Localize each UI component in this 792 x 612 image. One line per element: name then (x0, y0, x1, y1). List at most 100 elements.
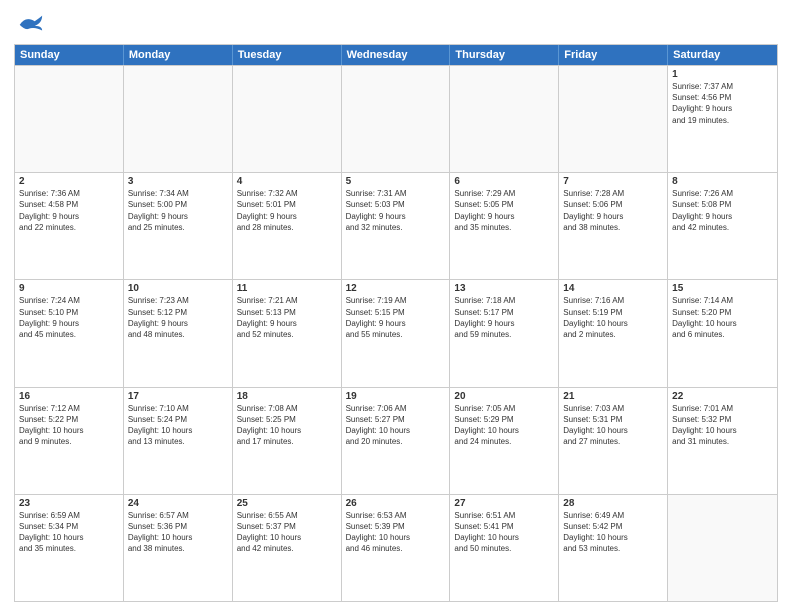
calendar-header: SundayMondayTuesdayWednesdayThursdayFrid… (15, 45, 777, 65)
day-number: 3 (128, 176, 228, 187)
calendar-week-row: 16Sunrise: 7:12 AM Sunset: 5:22 PM Dayli… (15, 387, 777, 494)
day-info: Sunrise: 7:10 AM Sunset: 5:24 PM Dayligh… (128, 403, 228, 448)
day-number: 28 (563, 498, 663, 509)
day-info: Sunrise: 6:49 AM Sunset: 5:42 PM Dayligh… (563, 510, 663, 555)
empty-day-cell (124, 66, 233, 172)
day-info: Sunrise: 7:31 AM Sunset: 5:03 PM Dayligh… (346, 188, 446, 233)
empty-day-cell (15, 66, 124, 172)
calendar-day-cell: 17Sunrise: 7:10 AM Sunset: 5:24 PM Dayli… (124, 388, 233, 494)
day-info: Sunrise: 7:16 AM Sunset: 5:19 PM Dayligh… (563, 295, 663, 340)
page: SundayMondayTuesdayWednesdayThursdayFrid… (0, 0, 792, 612)
day-info: Sunrise: 7:01 AM Sunset: 5:32 PM Dayligh… (672, 403, 773, 448)
calendar-day-cell: 26Sunrise: 6:53 AM Sunset: 5:39 PM Dayli… (342, 495, 451, 601)
calendar-day-cell: 6Sunrise: 7:29 AM Sunset: 5:05 PM Daylig… (450, 173, 559, 279)
day-info: Sunrise: 7:26 AM Sunset: 5:08 PM Dayligh… (672, 188, 773, 233)
calendar-day-cell: 3Sunrise: 7:34 AM Sunset: 5:00 PM Daylig… (124, 173, 233, 279)
day-number: 22 (672, 391, 773, 402)
day-number: 23 (19, 498, 119, 509)
calendar-day-cell: 12Sunrise: 7:19 AM Sunset: 5:15 PM Dayli… (342, 280, 451, 386)
day-number: 5 (346, 176, 446, 187)
day-number: 6 (454, 176, 554, 187)
calendar-day-cell: 25Sunrise: 6:55 AM Sunset: 5:37 PM Dayli… (233, 495, 342, 601)
day-number: 13 (454, 283, 554, 294)
logo-bird-icon (16, 10, 44, 38)
calendar-day-cell: 16Sunrise: 7:12 AM Sunset: 5:22 PM Dayli… (15, 388, 124, 494)
day-info: Sunrise: 6:51 AM Sunset: 5:41 PM Dayligh… (454, 510, 554, 555)
calendar-day-cell: 1Sunrise: 7:37 AM Sunset: 4:56 PM Daylig… (668, 66, 777, 172)
calendar-day-cell: 15Sunrise: 7:14 AM Sunset: 5:20 PM Dayli… (668, 280, 777, 386)
calendar-day-cell: 19Sunrise: 7:06 AM Sunset: 5:27 PM Dayli… (342, 388, 451, 494)
calendar-day-cell: 11Sunrise: 7:21 AM Sunset: 5:13 PM Dayli… (233, 280, 342, 386)
day-info: Sunrise: 7:06 AM Sunset: 5:27 PM Dayligh… (346, 403, 446, 448)
day-number: 27 (454, 498, 554, 509)
day-number: 12 (346, 283, 446, 294)
calendar-week-row: 23Sunrise: 6:59 AM Sunset: 5:34 PM Dayli… (15, 494, 777, 601)
calendar: SundayMondayTuesdayWednesdayThursdayFrid… (14, 44, 778, 602)
day-number: 9 (19, 283, 119, 294)
calendar-day-cell: 8Sunrise: 7:26 AM Sunset: 5:08 PM Daylig… (668, 173, 777, 279)
day-info: Sunrise: 7:23 AM Sunset: 5:12 PM Dayligh… (128, 295, 228, 340)
day-number: 21 (563, 391, 663, 402)
day-number: 26 (346, 498, 446, 509)
weekday-header: Monday (124, 45, 233, 65)
calendar-day-cell: 24Sunrise: 6:57 AM Sunset: 5:36 PM Dayli… (124, 495, 233, 601)
calendar-week-row: 2Sunrise: 7:36 AM Sunset: 4:58 PM Daylig… (15, 172, 777, 279)
calendar-day-cell: 28Sunrise: 6:49 AM Sunset: 5:42 PM Dayli… (559, 495, 668, 601)
day-info: Sunrise: 6:59 AM Sunset: 5:34 PM Dayligh… (19, 510, 119, 555)
weekday-header: Wednesday (342, 45, 451, 65)
empty-day-cell (233, 66, 342, 172)
day-info: Sunrise: 7:19 AM Sunset: 5:15 PM Dayligh… (346, 295, 446, 340)
calendar-day-cell: 20Sunrise: 7:05 AM Sunset: 5:29 PM Dayli… (450, 388, 559, 494)
day-info: Sunrise: 7:05 AM Sunset: 5:29 PM Dayligh… (454, 403, 554, 448)
empty-day-cell (450, 66, 559, 172)
day-info: Sunrise: 7:14 AM Sunset: 5:20 PM Dayligh… (672, 295, 773, 340)
calendar-day-cell: 2Sunrise: 7:36 AM Sunset: 4:58 PM Daylig… (15, 173, 124, 279)
calendar-day-cell: 13Sunrise: 7:18 AM Sunset: 5:17 PM Dayli… (450, 280, 559, 386)
calendar-body: 1Sunrise: 7:37 AM Sunset: 4:56 PM Daylig… (15, 65, 777, 601)
day-info: Sunrise: 6:57 AM Sunset: 5:36 PM Dayligh… (128, 510, 228, 555)
day-info: Sunrise: 7:24 AM Sunset: 5:10 PM Dayligh… (19, 295, 119, 340)
day-number: 7 (563, 176, 663, 187)
calendar-day-cell: 7Sunrise: 7:28 AM Sunset: 5:06 PM Daylig… (559, 173, 668, 279)
day-info: Sunrise: 7:32 AM Sunset: 5:01 PM Dayligh… (237, 188, 337, 233)
calendar-day-cell: 22Sunrise: 7:01 AM Sunset: 5:32 PM Dayli… (668, 388, 777, 494)
calendar-day-cell: 27Sunrise: 6:51 AM Sunset: 5:41 PM Dayli… (450, 495, 559, 601)
day-number: 18 (237, 391, 337, 402)
empty-day-cell (668, 495, 777, 601)
day-info: Sunrise: 7:36 AM Sunset: 4:58 PM Dayligh… (19, 188, 119, 233)
day-number: 10 (128, 283, 228, 294)
calendar-day-cell: 4Sunrise: 7:32 AM Sunset: 5:01 PM Daylig… (233, 173, 342, 279)
empty-day-cell (342, 66, 451, 172)
calendar-day-cell: 10Sunrise: 7:23 AM Sunset: 5:12 PM Dayli… (124, 280, 233, 386)
day-info: Sunrise: 7:12 AM Sunset: 5:22 PM Dayligh… (19, 403, 119, 448)
logo (14, 10, 44, 38)
day-info: Sunrise: 7:37 AM Sunset: 4:56 PM Dayligh… (672, 81, 773, 126)
day-number: 20 (454, 391, 554, 402)
calendar-day-cell: 5Sunrise: 7:31 AM Sunset: 5:03 PM Daylig… (342, 173, 451, 279)
day-number: 4 (237, 176, 337, 187)
calendar-day-cell: 14Sunrise: 7:16 AM Sunset: 5:19 PM Dayli… (559, 280, 668, 386)
day-info: Sunrise: 7:29 AM Sunset: 5:05 PM Dayligh… (454, 188, 554, 233)
calendar-week-row: 9Sunrise: 7:24 AM Sunset: 5:10 PM Daylig… (15, 279, 777, 386)
day-number: 25 (237, 498, 337, 509)
weekday-header: Friday (559, 45, 668, 65)
day-number: 16 (19, 391, 119, 402)
day-info: Sunrise: 7:21 AM Sunset: 5:13 PM Dayligh… (237, 295, 337, 340)
day-number: 2 (19, 176, 119, 187)
calendar-day-cell: 9Sunrise: 7:24 AM Sunset: 5:10 PM Daylig… (15, 280, 124, 386)
day-number: 1 (672, 69, 773, 80)
calendar-day-cell: 23Sunrise: 6:59 AM Sunset: 5:34 PM Dayli… (15, 495, 124, 601)
day-info: Sunrise: 7:18 AM Sunset: 5:17 PM Dayligh… (454, 295, 554, 340)
header (14, 10, 778, 38)
weekday-header: Saturday (668, 45, 777, 65)
day-number: 17 (128, 391, 228, 402)
day-number: 24 (128, 498, 228, 509)
day-number: 19 (346, 391, 446, 402)
weekday-header: Thursday (450, 45, 559, 65)
day-number: 14 (563, 283, 663, 294)
day-number: 8 (672, 176, 773, 187)
day-number: 15 (672, 283, 773, 294)
weekday-header: Sunday (15, 45, 124, 65)
day-info: Sunrise: 6:55 AM Sunset: 5:37 PM Dayligh… (237, 510, 337, 555)
day-number: 11 (237, 283, 337, 294)
